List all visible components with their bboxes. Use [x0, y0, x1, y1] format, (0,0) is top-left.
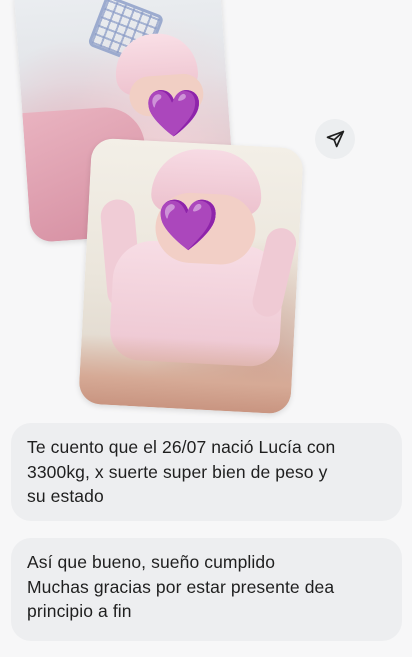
message-bubble[interactable]: Así que bueno, sueño cumplido Muchas gra… — [11, 538, 402, 641]
send-icon — [326, 130, 345, 148]
message-bubble[interactable]: Te cuento que el 26/07 nació Lucía con 3… — [11, 423, 402, 521]
purple-heart-icon: 💜 — [157, 196, 220, 254]
message-line: Así que bueno, sueño cumplido — [27, 552, 276, 572]
message-line: Te cuento que el 26/07 nació Lucía con — [27, 437, 336, 457]
purple-heart-icon: 💜 — [145, 86, 203, 140]
message-line: principio a fin — [27, 601, 132, 621]
photo-attachment-2[interactable] — [78, 137, 304, 415]
message-line: Muchas gracias por estar presente dea — [27, 576, 335, 597]
share-button[interactable] — [315, 119, 355, 159]
message-line: 3300kg, x suerte super bien de peso y — [27, 461, 328, 482]
chat-thread: 💜 💜 Te cuento que el 26/07 nació Lucía c… — [0, 0, 412, 657]
message-line: su estado — [27, 486, 104, 506]
photo-hand — [78, 333, 294, 415]
